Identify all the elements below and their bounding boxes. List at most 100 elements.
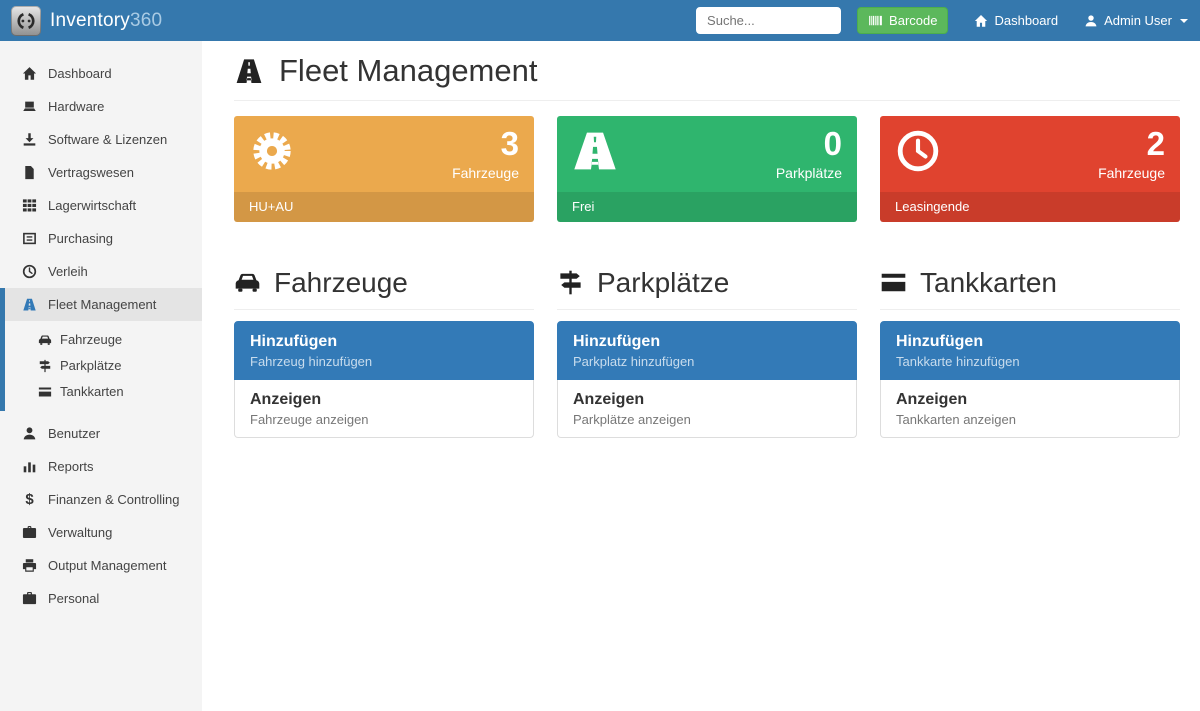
stat-card-hu-au[interactable]: 3 Fahrzeuge HU+AU: [234, 116, 534, 222]
brand-title: Inventory360: [50, 10, 162, 32]
clock-icon: [22, 264, 37, 279]
home-icon: [974, 14, 988, 28]
sidebar-item-output-management[interactable]: Output Management: [0, 549, 202, 582]
printer-icon: [22, 558, 37, 573]
car-icon: [234, 269, 261, 296]
view-tankkarten-item[interactable]: Anzeigen Tankkarten anzeigen: [880, 380, 1180, 438]
stat-card-body: 0 Parkplätze: [557, 116, 857, 192]
action-description: Fahrzeuge anzeigen: [250, 412, 518, 427]
sidebar-item-personal[interactable]: Personal: [0, 582, 202, 615]
sidebar-item-software-lizenzen[interactable]: Software & Lizenzen: [0, 123, 202, 156]
section-header: Tankkarten: [880, 266, 1180, 310]
sidebar-item-label: Finanzen & Controlling: [48, 491, 180, 508]
stat-card-body: 3 Fahrzeuge: [234, 116, 534, 192]
laptop-icon: [22, 99, 37, 114]
page-title: Fleet Management: [279, 53, 537, 89]
sidebar-item-verwaltung[interactable]: Verwaltung: [0, 516, 202, 549]
road-icon: [572, 128, 618, 174]
view-fahrzeuge-item[interactable]: Anzeigen Fahrzeuge anzeigen: [234, 380, 534, 438]
brand[interactable]: Inventory360: [0, 6, 173, 36]
sidebar-item-label: Software & Lizenzen: [48, 131, 167, 148]
add-parkplatz-item[interactable]: Hinzufügen Parkplatz hinzufügen: [557, 321, 857, 380]
add-tankkarte-item[interactable]: Hinzufügen Tankkarte hinzufügen: [880, 321, 1180, 380]
action-description: Parkplätze anzeigen: [573, 412, 841, 427]
sidebar-item-finanzen-controlling[interactable]: $ Finanzen & Controlling: [0, 483, 202, 516]
signpost-icon: [557, 269, 584, 296]
add-fahrzeug-item[interactable]: Hinzufügen Fahrzeug hinzufügen: [234, 321, 534, 380]
section-actions: Hinzufügen Tankkarte hinzufügen Anzeigen…: [880, 321, 1180, 438]
home-icon: [22, 66, 37, 81]
sidebar-item-reports[interactable]: Reports: [0, 450, 202, 483]
stat-footer[interactable]: Frei: [557, 192, 857, 222]
section-header: Parkplätze: [557, 266, 857, 310]
signpost-icon: [38, 359, 52, 373]
section-fahrzeuge: Fahrzeuge Hinzufügen Fahrzeug hinzufügen…: [234, 266, 534, 438]
section-header: Fahrzeuge: [234, 266, 534, 310]
sidebar-item-label: Purchasing: [48, 230, 113, 247]
section-title: Parkplätze: [597, 266, 729, 299]
brand-name: Inventory: [50, 10, 130, 31]
action-description: Tankkarten anzeigen: [896, 412, 1164, 427]
sidebar-item-vertragswesen[interactable]: Vertragswesen: [0, 156, 202, 189]
action-title: Hinzufügen: [573, 332, 841, 351]
action-title: Hinzufügen: [250, 332, 518, 351]
suitcase-icon: [22, 591, 37, 606]
sidebar-item-label: Personal: [48, 590, 99, 607]
sidebar-item-label: Lagerwirtschaft: [48, 197, 136, 214]
main-content: Fleet Management 3 Fahrzeuge HU+AU 0 Par…: [202, 41, 1200, 711]
stat-cards-row: 3 Fahrzeuge HU+AU 0 Parkplätze Frei 2 Fa…: [234, 116, 1180, 222]
list-icon: [22, 231, 37, 246]
section-title: Fahrzeuge: [274, 266, 408, 299]
clock-icon: [895, 128, 941, 174]
bar-chart-icon: [22, 459, 37, 474]
sidebar-item-verleih[interactable]: Verleih: [0, 255, 202, 288]
sidebar-item-purchasing[interactable]: Purchasing: [0, 222, 202, 255]
action-title: Anzeigen: [250, 390, 518, 409]
action-description: Fahrzeug hinzufügen: [250, 354, 518, 369]
file-icon: [22, 165, 37, 180]
sections-row: Fahrzeuge Hinzufügen Fahrzeug hinzufügen…: [234, 266, 1180, 438]
page-header: Fleet Management: [234, 53, 1180, 101]
sidebar-subitem-parkplaetze[interactable]: Parkplätze: [5, 353, 202, 379]
barcode-icon: [868, 13, 883, 28]
grid-icon: [22, 198, 37, 213]
sidebar-item-dashboard[interactable]: Dashboard: [0, 57, 202, 90]
road-icon: [234, 56, 264, 86]
user-menu[interactable]: Admin User: [1084, 13, 1188, 28]
credit-card-icon: [38, 385, 52, 399]
sidebar: Dashboard Hardware Software & Lizenzen V…: [0, 41, 202, 711]
search-input[interactable]: [696, 7, 841, 34]
app-logo-icon: [11, 6, 41, 36]
sidebar-item-label: Benutzer: [48, 425, 100, 442]
stat-footer[interactable]: HU+AU: [234, 192, 534, 222]
sidebar-item-label: Verwaltung: [48, 524, 112, 541]
sidebar-item-benutzer[interactable]: Benutzer: [0, 417, 202, 450]
nav-dashboard-link[interactable]: Dashboard: [974, 13, 1058, 28]
cog-icon: [249, 128, 295, 174]
sidebar-subitem-label: Tankkarten: [60, 384, 124, 400]
sidebar-item-label: Hardware: [48, 98, 104, 115]
car-icon: [38, 333, 52, 347]
sidebar-subitem-tankkarten[interactable]: Tankkarten: [5, 379, 202, 405]
stat-card-leasingende[interactable]: 2 Fahrzeuge Leasingende: [880, 116, 1180, 222]
top-navbar: Inventory360 Barcode Dashboard Admin Use…: [0, 0, 1200, 41]
sidebar-item-lagerwirtschaft[interactable]: Lagerwirtschaft: [0, 189, 202, 222]
stat-card-body: 2 Fahrzeuge: [880, 116, 1180, 192]
nav-dashboard-label: Dashboard: [994, 13, 1058, 28]
sidebar-subitem-fahrzeuge[interactable]: Fahrzeuge: [5, 327, 202, 353]
sidebar-item-label: Output Management: [48, 557, 167, 574]
stat-card-frei[interactable]: 0 Parkplätze Frei: [557, 116, 857, 222]
stat-footer[interactable]: Leasingende: [880, 192, 1180, 222]
sidebar-item-fleet-management[interactable]: Fleet Management: [5, 288, 202, 321]
user-menu-label: Admin User: [1104, 13, 1172, 28]
barcode-button[interactable]: Barcode: [857, 7, 948, 34]
action-description: Parkplatz hinzufügen: [573, 354, 841, 369]
section-title: Tankkarten: [920, 266, 1057, 299]
download-icon: [22, 132, 37, 147]
sidebar-item-label: Vertragswesen: [48, 164, 134, 181]
view-parkplaetze-item[interactable]: Anzeigen Parkplätze anzeigen: [557, 380, 857, 438]
action-title: Anzeigen: [573, 390, 841, 409]
sidebar-item-hardware[interactable]: Hardware: [0, 90, 202, 123]
sidebar-active-group: Fleet Management Fahrzeuge Parkplätze Ta…: [0, 288, 202, 411]
navbar-right: Barcode Dashboard Admin User: [696, 7, 1200, 34]
